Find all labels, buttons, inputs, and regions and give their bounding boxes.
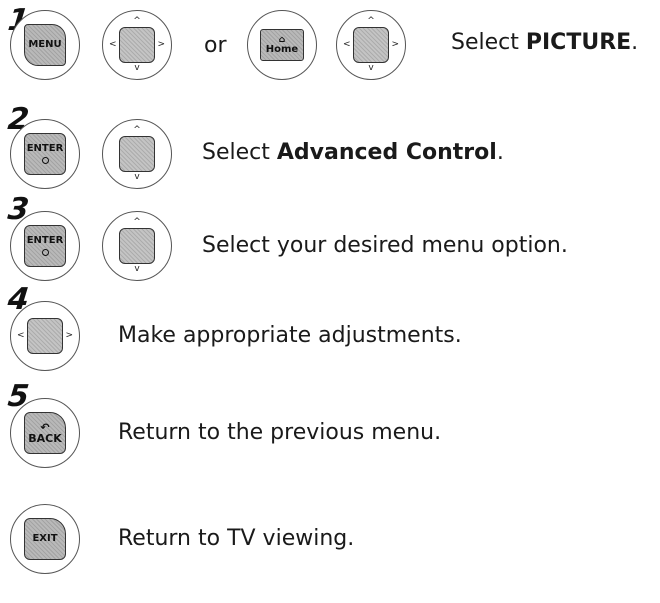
enter-button-circle: ENTER [10, 211, 80, 281]
back-button[interactable]: ↶ BACK [24, 412, 66, 454]
home-label: Home [265, 43, 299, 55]
step-1: 1 MENU ^ < > v or ⌂ Home ^ < > v Select … [0, 0, 660, 100]
down-arrow-icon: v [134, 264, 140, 274]
down-arrow-icon: v [368, 63, 374, 73]
up-arrow-icon: ^ [133, 217, 141, 227]
left-arrow-icon: < [109, 39, 117, 50]
enter-dot-icon [41, 157, 49, 164]
nav-pad-circle: ^ v [102, 211, 172, 281]
step-2: 2 ENTER ^ v Select Advanced Control. [0, 102, 660, 205]
step-5: 5 ↶ BACK Return to the previous menu. [0, 379, 660, 482]
nav-pad-circle: ^ v [102, 119, 172, 189]
exit-button[interactable]: EXIT [24, 518, 66, 560]
nav-pad[interactable] [27, 318, 63, 354]
enter-button[interactable]: ENTER [24, 225, 66, 267]
step-2-bold: Advanced Control [276, 140, 497, 165]
step-3-text: Select your desired menu option. [202, 233, 568, 258]
back-button-circle: ↶ BACK [10, 398, 80, 468]
nav-pad-circle: < > [10, 301, 80, 371]
up-arrow-icon: ^ [133, 16, 141, 26]
menu-button-circle: MENU [10, 10, 80, 80]
enter-button-circle: ENTER [10, 119, 80, 189]
step-5-text: Return to the previous menu. [118, 420, 442, 445]
nav-pad-circle: ^ < > v [102, 10, 172, 80]
step-4-text: Make appropriate adjustments. [118, 323, 462, 348]
nav-pad[interactable] [119, 27, 155, 63]
step-exit: EXIT Return to TV viewing. [0, 492, 660, 592]
left-arrow-icon: < [17, 330, 25, 341]
step-3: 3 ENTER ^ v Select your desired menu opt… [0, 192, 660, 295]
right-arrow-icon: > [157, 39, 165, 50]
home-button-circle: ⌂ Home [247, 10, 317, 80]
down-arrow-icon: v [134, 172, 140, 182]
exit-button-circle: EXIT [10, 504, 80, 574]
step-1-bold: PICTURE [525, 30, 632, 55]
up-arrow-icon: ^ [133, 125, 141, 135]
up-arrow-icon: ^ [367, 16, 375, 26]
down-arrow-icon: v [134, 63, 140, 73]
enter-button[interactable]: ENTER [24, 133, 66, 175]
left-arrow-icon: < [343, 39, 351, 50]
exit-label: EXIT [32, 533, 58, 544]
menu-button[interactable]: MENU [24, 24, 66, 66]
enter-label: ENTER [26, 143, 64, 154]
back-label: BACK [28, 432, 62, 445]
right-arrow-icon: > [391, 39, 399, 50]
step-4: 4 < > Make appropriate adjustments. [0, 282, 660, 385]
nav-pad[interactable] [119, 136, 155, 172]
step-2-text: Select Advanced Control. [202, 140, 504, 165]
right-arrow-icon: > [65, 330, 73, 341]
nav-pad-circle-alt: ^ < > v [336, 10, 406, 80]
nav-pad[interactable] [119, 228, 155, 264]
enter-dot-icon [41, 249, 49, 256]
step-exit-text: Return to TV viewing. [118, 526, 355, 551]
or-text: or [204, 33, 227, 58]
step-1-text: Select PICTURE. [451, 30, 639, 55]
enter-label: ENTER [26, 235, 64, 246]
nav-pad[interactable] [353, 27, 389, 63]
home-button[interactable]: ⌂ Home [260, 29, 304, 61]
